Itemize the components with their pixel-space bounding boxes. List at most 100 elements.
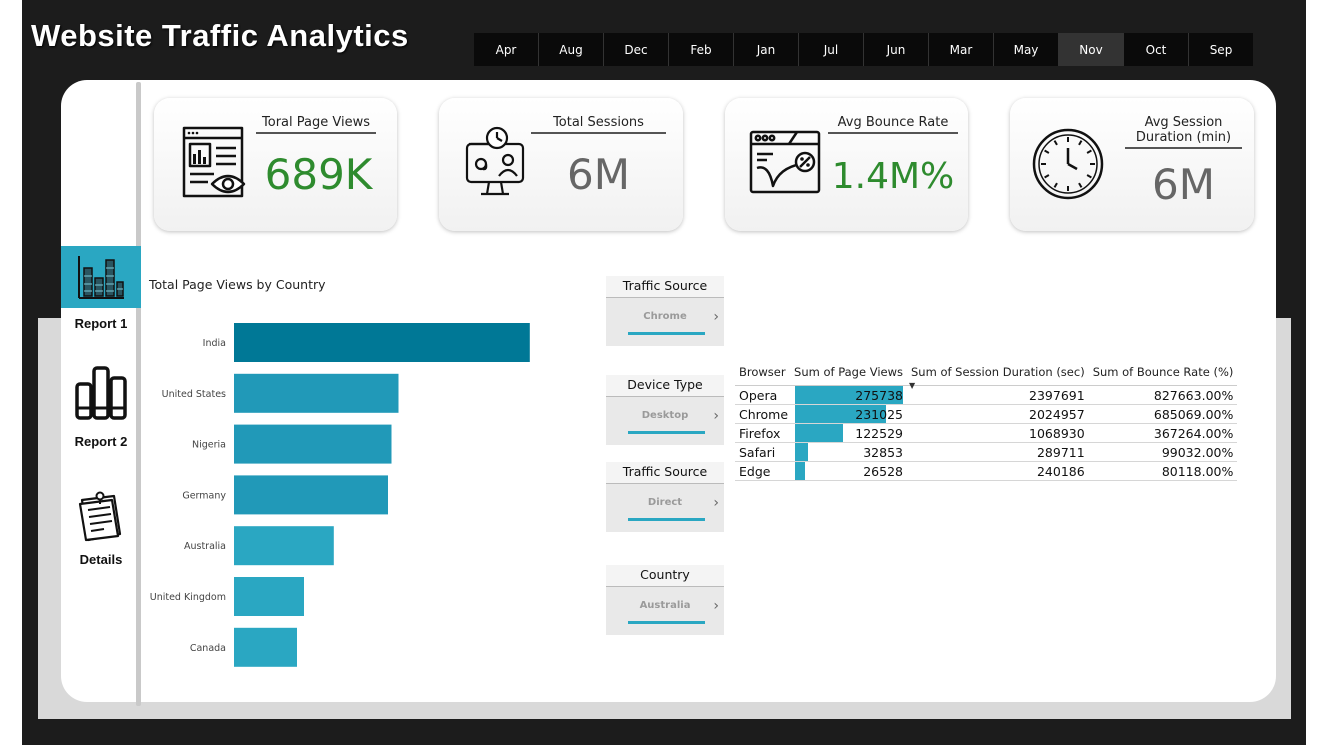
nav-report-2[interactable]: Report 2 — [61, 364, 141, 449]
cell-browser: Opera — [735, 385, 793, 405]
month-option-jun[interactable]: Jun — [864, 33, 928, 66]
cell-page-views-value: 231025 — [855, 406, 903, 422]
chevron-right-icon: › — [713, 598, 719, 614]
monitor-user-clock-icon — [463, 124, 539, 204]
slicer-selected-value: Chrome — [643, 311, 687, 322]
bar-india[interactable] — [234, 323, 530, 362]
category-label: Australia — [184, 541, 226, 552]
cell-page-views: 231025 — [792, 404, 907, 424]
month-option-feb[interactable]: Feb — [669, 33, 733, 66]
cell-session-duration: 289711 — [907, 442, 1089, 462]
kpi-label-page-views: Toral Page Views — [256, 115, 376, 134]
kpi-label-bounce-rate: Avg Bounce Rate — [828, 115, 958, 134]
slicer-dropdown[interactable]: Australia › — [606, 587, 724, 635]
kpi-value-sessions: 6M — [567, 150, 630, 199]
kpi-label-sessions: Total Sessions — [531, 115, 666, 134]
web-page-eye-icon — [178, 124, 254, 204]
chart-title: Total Page Views by Country — [149, 277, 326, 292]
cell-page-views: 32853 — [792, 442, 907, 462]
column-header-browser[interactable]: Browser — [735, 363, 793, 386]
column-header-session-duration[interactable]: Sum of Session Duration (sec) ▼ — [907, 363, 1089, 390]
column-header-page-views[interactable]: Sum of Page Views — [792, 363, 907, 386]
nav-details-label: Details — [79, 552, 123, 567]
cell-session-duration: 240186 — [907, 461, 1089, 481]
slicer-title: Traffic Source — [606, 462, 724, 484]
cell-bounce-rate: 367264.00% — [1088, 423, 1238, 443]
month-option-may[interactable]: May — [994, 33, 1058, 66]
kpi-card-session-duration: Avg Session Duration (min) 6M — [1010, 98, 1254, 231]
slicer-underline — [628, 621, 705, 624]
kpi-card-page-views: Toral Page Views 689K — [154, 98, 397, 231]
clock-icon — [1030, 124, 1106, 204]
category-label: India — [203, 338, 226, 349]
nav-details[interactable]: Details — [61, 490, 141, 567]
bar-nigeria[interactable] — [234, 424, 392, 464]
kpi-value-session-duration: 6M — [1152, 160, 1215, 209]
sort-descending-icon: ▼ — [909, 381, 916, 390]
cell-bounce-rate: 827663.00% — [1088, 385, 1238, 405]
nav-report-1[interactable]: Report 1 — [61, 246, 141, 331]
month-option-apr[interactable]: Apr — [474, 33, 538, 66]
month-option-nov[interactable]: Nov — [1059, 33, 1123, 66]
category-label: Nigeria — [192, 440, 226, 451]
slicer-dropdown[interactable]: Chrome › — [606, 298, 724, 346]
cell-browser: Chrome — [735, 404, 793, 424]
table-row[interactable]: Firefox 122529 1068930 367264.00% — [735, 423, 1238, 443]
bar-united-states[interactable] — [234, 373, 399, 413]
cell-browser: Edge — [735, 461, 793, 481]
chevron-right-icon: › — [713, 309, 719, 325]
slicer-title: Country — [606, 565, 724, 587]
bar-germany[interactable] — [234, 475, 388, 515]
table-body: Opera 275738 2397691 827663.00% Chrome 231025… — [735, 385, 1238, 481]
slicer-dropdown[interactable]: Direct › — [606, 484, 724, 532]
column-header-page-views-label: Sum of Page Views — [794, 365, 903, 379]
slicer-selected-value: Australia — [639, 600, 691, 611]
month-option-oct[interactable]: Oct — [1124, 33, 1188, 66]
month-option-aug[interactable]: Aug — [539, 33, 603, 66]
slicer-selected-value: Desktop — [641, 410, 689, 421]
slicer-title: Traffic Source — [606, 276, 724, 298]
nav-report-1-label: Report 1 — [74, 316, 128, 331]
cell-bounce-rate: 80118.00% — [1088, 461, 1238, 481]
table-row[interactable]: Safari 32853 289711 99032.00% — [735, 442, 1238, 462]
cell-page-views: 26528 — [792, 461, 907, 481]
slicer-underline — [628, 518, 705, 521]
cell-browser: Safari — [735, 442, 793, 462]
cell-page-views-value: 26528 — [863, 463, 903, 479]
kpi-card-bounce-rate: Avg Bounce Rate 1.4M% — [725, 98, 968, 231]
cell-browser: Firefox — [735, 423, 793, 443]
month-slicer: Apr Aug Dec Feb Jan Jul Jun Mar May Nov Oct Sep — [474, 33, 1253, 66]
cell-page-views-value: 275738 — [855, 387, 903, 403]
slicer-traffic-source: Traffic Source Direct › — [606, 462, 724, 532]
nav-report-2-label: Report 2 — [74, 434, 128, 449]
bar-united-kingdom[interactable] — [234, 577, 304, 616]
bar-australia[interactable] — [234, 526, 334, 566]
slicer-traffic-source: Traffic Source Chrome › — [606, 276, 724, 346]
category-label: Germany — [182, 490, 226, 501]
table-row[interactable]: Opera 275738 2397691 827663.00% — [735, 385, 1238, 405]
kpi-value-page-views: 689K — [264, 150, 373, 199]
country-bar-chart: India United States Nigeria Germany Australi… — [150, 323, 530, 667]
slicer-device-type: Device Type Desktop › — [606, 375, 724, 445]
cell-page-views: 122529 — [792, 423, 907, 443]
month-option-jul[interactable]: Jul — [799, 33, 863, 66]
column-header-bounce-rate[interactable]: Sum of Bounce Rate (%) — [1088, 363, 1238, 386]
chevron-right-icon: › — [713, 408, 719, 424]
kpi-card-sessions: Total Sessions 6M — [439, 98, 683, 231]
table-row[interactable]: Chrome 231025 2024957 685069.00% — [735, 404, 1238, 424]
dashboard-title: Website Traffic Analytics — [31, 18, 409, 53]
slicer-dropdown[interactable]: Desktop › — [606, 397, 724, 445]
table-row[interactable]: Edge 26528 240186 80118.00% — [735, 461, 1238, 481]
kpi-value-bounce-rate: 1.4M% — [831, 156, 955, 197]
month-option-mar[interactable]: Mar — [929, 33, 993, 66]
kpi-label-session-duration: Avg Session Duration (min) — [1125, 115, 1242, 149]
bar-chart-icon — [61, 246, 141, 308]
slicer-selected-value: Direct — [647, 497, 683, 508]
month-option-dec[interactable]: Dec — [604, 33, 668, 66]
month-option-sep[interactable]: Sep — [1189, 33, 1253, 66]
cell-bounce-rate: 685069.00% — [1088, 404, 1238, 424]
column-header-session-duration-label: Sum of Session Duration (sec) — [911, 365, 1085, 379]
bar-canada[interactable] — [234, 627, 297, 667]
chevron-right-icon: › — [713, 495, 719, 511]
month-option-jan[interactable]: Jan — [734, 33, 798, 66]
